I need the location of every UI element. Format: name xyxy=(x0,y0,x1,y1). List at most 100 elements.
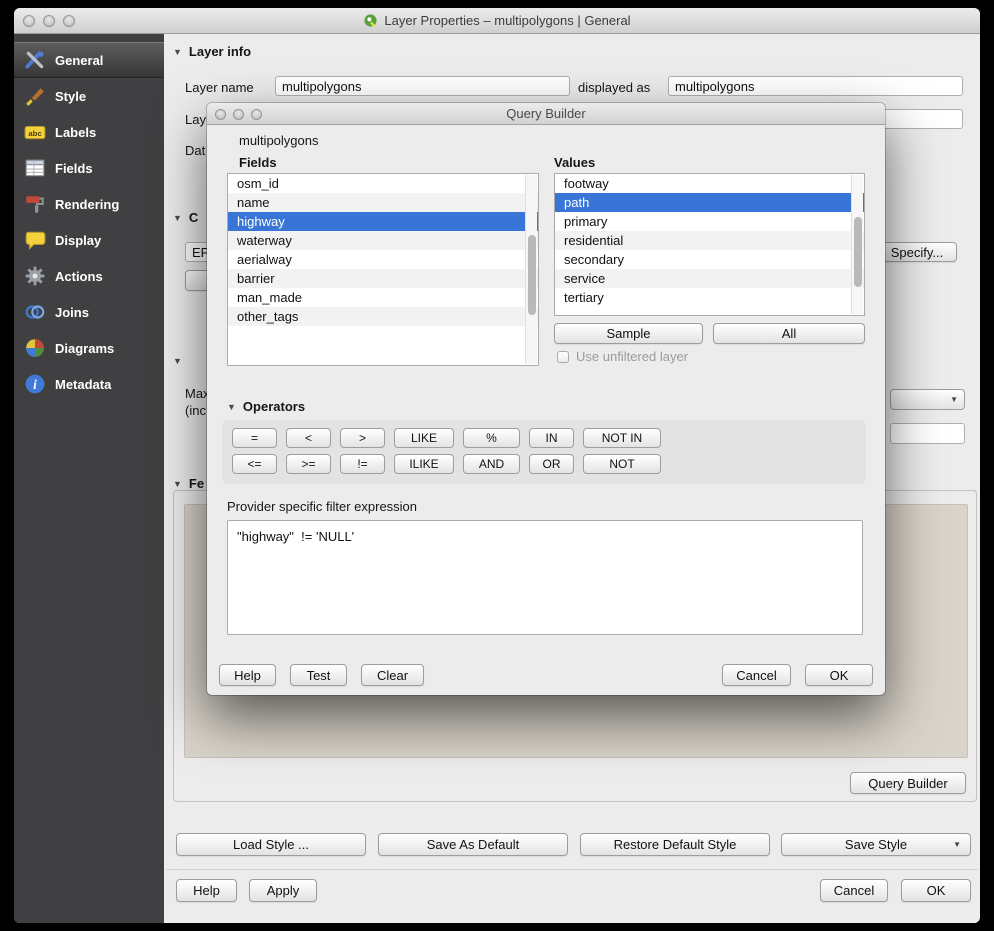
scrollbar-thumb[interactable] xyxy=(528,235,536,315)
window-title-text: Layer Properties – multipolygons | Gener… xyxy=(384,13,630,28)
sidebar-item-style[interactable]: Style xyxy=(14,78,164,114)
operator-button[interactable]: = xyxy=(232,428,277,448)
sidebar-item-metadata[interactable]: i Metadata xyxy=(14,366,164,402)
save-style-dropdown-button[interactable]: Save Style ▼ xyxy=(781,833,971,856)
sidebar-item-label: Rendering xyxy=(55,197,119,212)
operator-button[interactable]: IN xyxy=(529,428,574,448)
field-item[interactable]: name xyxy=(228,193,538,212)
sample-button[interactable]: Sample xyxy=(554,323,703,344)
operator-button[interactable]: <= xyxy=(232,454,277,474)
operator-button[interactable]: NOT xyxy=(583,454,661,474)
value-item[interactable]: secondary xyxy=(555,250,864,269)
field-item[interactable]: barrier xyxy=(228,269,538,288)
disclosure-triangle-icon: ▼ xyxy=(173,213,182,223)
operators-row-2: <= >= != ILIKE AND OR NOT xyxy=(232,454,661,474)
scrollbar-thumb[interactable] xyxy=(854,217,862,287)
sidebar-item-actions[interactable]: Actions xyxy=(14,258,164,294)
value-item[interactable]: service xyxy=(555,269,864,288)
use-unfiltered-layer-checkbox[interactable] xyxy=(557,351,569,363)
sidebar-item-diagrams[interactable]: Diagrams xyxy=(14,330,164,366)
apply-button[interactable]: Apply xyxy=(249,879,317,902)
fields-scrollbar[interactable] xyxy=(525,175,537,364)
dialog-clear-button[interactable]: Clear xyxy=(361,664,424,686)
sidebar-item-joins[interactable]: Joins xyxy=(14,294,164,330)
displayed-as-label: displayed as xyxy=(578,80,650,95)
dialog-titlebar: Query Builder xyxy=(207,103,885,125)
field-item[interactable]: osm_id xyxy=(228,174,538,193)
layer-source-label: Lay xyxy=(185,112,206,127)
chevron-down-icon: ▼ xyxy=(950,395,958,404)
field-item-selected[interactable]: highway xyxy=(228,212,538,231)
layer-info-section-header[interactable]: ▼ Layer info xyxy=(173,44,251,59)
dialog-ok-button[interactable]: OK xyxy=(805,664,873,686)
operator-button[interactable]: % xyxy=(463,428,520,448)
qgis-logo-icon xyxy=(363,13,378,28)
specify-crs-button[interactable]: Specify... xyxy=(877,242,957,262)
fields-label: Fields xyxy=(239,155,277,170)
field-item[interactable]: man_made xyxy=(228,288,538,307)
operator-button[interactable]: < xyxy=(286,428,331,448)
restore-default-style-button[interactable]: Restore Default Style xyxy=(580,833,770,856)
load-style-button[interactable]: Load Style ... xyxy=(176,833,366,856)
sidebar-item-labels[interactable]: abc Labels xyxy=(14,114,164,150)
screen: Layer Properties – multipolygons | Gener… xyxy=(0,0,994,931)
field-item[interactable]: aerialway xyxy=(228,250,538,269)
layer-properties-window: Layer Properties – multipolygons | Gener… xyxy=(14,8,980,923)
cancel-button[interactable]: Cancel xyxy=(820,879,888,902)
field-item[interactable]: waterway xyxy=(228,231,538,250)
operator-button[interactable]: LIKE xyxy=(394,428,454,448)
value-item[interactable]: footway xyxy=(555,174,864,193)
help-button[interactable]: Help xyxy=(176,879,237,902)
sidebar-item-label: General xyxy=(55,53,103,68)
operator-button[interactable]: != xyxy=(340,454,385,474)
value-item[interactable]: tertiary xyxy=(555,288,864,307)
dialog-help-button[interactable]: Help xyxy=(219,664,276,686)
value-item[interactable]: primary xyxy=(555,212,864,231)
scale-combo[interactable]: ▼ xyxy=(890,389,965,410)
value-item-selected[interactable]: path xyxy=(555,193,864,212)
operators-row-1: = < > LIKE % IN NOT IN xyxy=(232,428,661,448)
operator-button[interactable]: NOT IN xyxy=(583,428,661,448)
metadata-icon: i xyxy=(24,373,46,395)
dialog-layer-name: multipolygons xyxy=(239,133,319,148)
sidebar-item-fields[interactable]: Fields xyxy=(14,150,164,186)
general-icon xyxy=(24,49,46,71)
feature-subset-section-header[interactable]: ▼ Fe xyxy=(173,476,204,491)
sidebar-item-general[interactable]: General xyxy=(14,42,164,78)
disclosure-triangle-icon: ▼ xyxy=(173,356,182,366)
values-scrollbar[interactable] xyxy=(851,175,863,314)
operator-button[interactable]: >= xyxy=(286,454,331,474)
value-item[interactable]: residential xyxy=(555,231,864,250)
query-builder-button[interactable]: Query Builder xyxy=(850,772,966,794)
operator-button[interactable]: OR xyxy=(529,454,574,474)
window-titlebar: Layer Properties – multipolygons | Gener… xyxy=(14,8,980,34)
displayed-as-input[interactable] xyxy=(668,76,963,96)
values-list[interactable]: footway path primary residential seconda… xyxy=(554,173,865,316)
layer-name-input[interactable] xyxy=(275,76,570,96)
save-as-default-button[interactable]: Save As Default xyxy=(378,833,568,856)
filter-expression-textarea[interactable]: "highway" != 'NULL' xyxy=(227,520,863,635)
fields-list[interactable]: osm_id name highway waterway aerialway b… xyxy=(227,173,539,366)
feature-subset-section-title: Fe xyxy=(189,476,204,491)
layer-name-label: Layer name xyxy=(185,80,254,95)
fields-icon xyxy=(24,157,46,179)
datasource-label: Dat xyxy=(185,143,205,158)
operator-button[interactable]: ILIKE xyxy=(394,454,454,474)
actions-icon xyxy=(24,265,46,287)
diagrams-icon xyxy=(24,337,46,359)
dialog-cancel-button[interactable]: Cancel xyxy=(722,664,791,686)
ok-button[interactable]: OK xyxy=(901,879,971,902)
crs-section-header[interactable]: ▼ C xyxy=(173,210,198,225)
operator-button[interactable]: AND xyxy=(463,454,520,474)
save-style-label: Save Style xyxy=(845,837,907,852)
operators-section-header[interactable]: ▼ Operators xyxy=(227,399,305,414)
field-item[interactable]: other_tags xyxy=(228,307,538,326)
visibility-section-header[interactable]: ▼ xyxy=(173,356,182,366)
all-button[interactable]: All xyxy=(713,323,865,344)
filter-expression-label: Provider specific filter expression xyxy=(227,499,417,514)
sidebar-item-display[interactable]: Display xyxy=(14,222,164,258)
operator-button[interactable]: > xyxy=(340,428,385,448)
sidebar-item-rendering[interactable]: Rendering xyxy=(14,186,164,222)
scale-value-input[interactable] xyxy=(890,423,965,444)
dialog-test-button[interactable]: Test xyxy=(290,664,347,686)
